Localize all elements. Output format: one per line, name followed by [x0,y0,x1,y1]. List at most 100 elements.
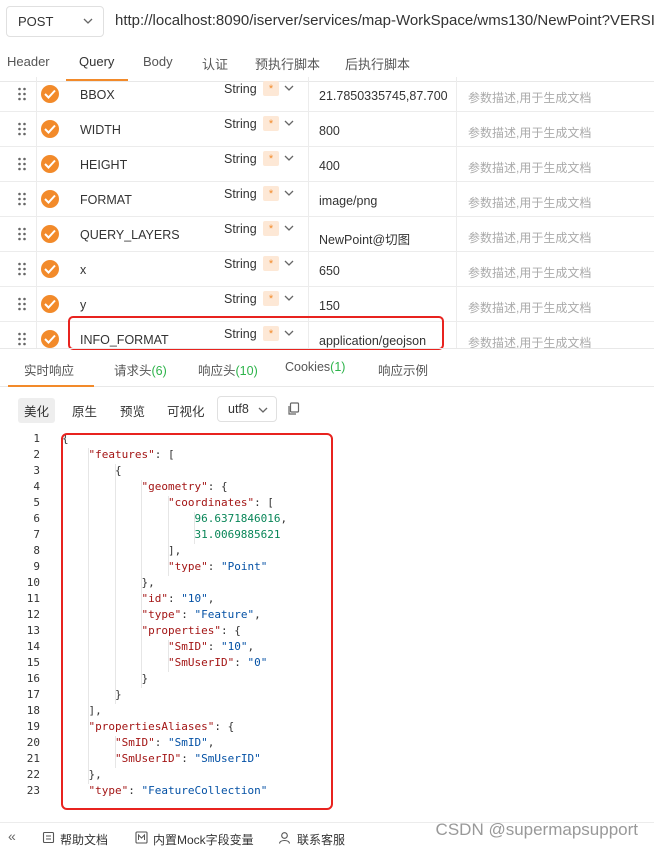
param-name[interactable]: x [80,263,86,277]
param-enabled-checkbox[interactable] [41,155,59,173]
param-type-select[interactable]: String [224,187,257,201]
tab-live-response[interactable]: 实时响应 [24,360,74,379]
param-value-input[interactable]: image/png [308,182,457,217]
check-icon [44,229,56,239]
line-number: 9 [33,560,40,573]
param-enabled-checkbox[interactable] [41,260,59,278]
param-value-input[interactable]: 21.7850335745,87.700 [308,77,457,112]
param-type-select[interactable]: String [224,82,257,96]
param-type-select[interactable]: String [224,152,257,166]
param-description[interactable]: 参数描述,用于生成文档 [468,89,591,106]
tab-response-headers[interactable]: 响应头(10) [198,360,258,379]
param-name[interactable]: y [80,298,86,312]
required-badge[interactable]: * [263,221,279,236]
encoding-select[interactable]: utf8 [217,396,277,422]
chevron-down-icon[interactable] [284,153,294,163]
required-badge[interactable]: * [263,256,279,271]
preview-button[interactable]: 预览 [120,401,145,420]
param-description[interactable]: 参数描述,用于生成文档 [468,334,591,348]
line-number: 20 [26,736,40,749]
param-name[interactable]: BBOX [80,88,115,102]
drag-handle-icon[interactable] [17,87,27,101]
contact-support-link[interactable]: 联系客服 [297,831,345,848]
required-badge[interactable]: * [263,291,279,306]
copy-icon[interactable] [287,402,301,416]
param-value-input[interactable]: 400 [308,147,457,182]
drag-handle-icon[interactable] [17,332,27,346]
tab-response-example[interactable]: 响应示例 [378,360,428,379]
param-description[interactable]: 参数描述,用于生成文档 [468,194,591,211]
param-value-input[interactable]: 650 [308,252,457,287]
param-type-select[interactable]: String [224,292,257,306]
drag-handle-icon[interactable] [17,227,27,241]
visualize-button[interactable]: 可视化 [167,401,205,420]
column-divider [36,182,37,217]
param-description[interactable]: 参数描述,用于生成文档 [468,159,591,176]
method-select[interactable]: POST [6,6,104,37]
line-number: 15 [26,656,40,669]
drag-handle-icon[interactable] [17,297,27,311]
chevron-down-icon[interactable] [284,258,294,268]
tab-header[interactable]: Header [7,54,50,69]
param-description[interactable]: 参数描述,用于生成文档 [468,124,591,141]
param-name[interactable]: FORMAT [80,193,132,207]
line-number: 17 [26,688,40,701]
tab-label: Cookies [285,360,331,374]
line-number: 1 [33,432,40,445]
required-badge[interactable]: * [263,81,279,96]
column-divider [36,112,37,147]
param-enabled-checkbox[interactable] [41,190,59,208]
param-type-select[interactable]: String [224,257,257,271]
param-value-input[interactable]: NewPoint@切图 [308,217,457,252]
param-description[interactable]: 参数描述,用于生成文档 [468,229,591,246]
required-badge[interactable]: * [263,186,279,201]
drag-handle-icon[interactable] [17,122,27,136]
chevron-down-icon[interactable] [284,293,294,303]
collapse-icon[interactable]: « [8,828,16,844]
param-enabled-checkbox[interactable] [41,85,59,103]
param-enabled-checkbox[interactable] [41,225,59,243]
raw-button[interactable]: 原生 [72,401,97,420]
param-type-select[interactable]: String [224,117,257,131]
param-row: BBOX String * 21.7850335745,87.700 参数描述,用于生成… [0,77,654,112]
chevron-down-icon[interactable] [284,188,294,198]
url-input[interactable]: http://localhost:8090/iserver/services/m… [115,12,654,29]
param-name[interactable]: QUERY_LAYERS [80,228,180,242]
param-enabled-checkbox[interactable] [41,295,59,313]
chevron-down-icon[interactable] [284,118,294,128]
param-type-select[interactable]: String [224,222,257,236]
check-icon [44,124,56,134]
tab-post-script[interactable]: 后执行脚本 [345,54,410,73]
param-name[interactable]: WIDTH [80,123,121,137]
drag-handle-icon[interactable] [17,192,27,206]
param-name[interactable]: HEIGHT [80,158,127,172]
response-toolbar: 美化 原生 预览 可视化 utf8 [0,393,654,427]
param-enabled-checkbox[interactable] [41,330,59,348]
tab-cookies[interactable]: Cookies(1) [285,360,345,374]
tab-count: (6) [151,364,167,378]
param-enabled-checkbox[interactable] [41,120,59,138]
tab-body[interactable]: Body [143,54,173,69]
beautify-button[interactable]: 美化 [18,398,56,423]
param-description[interactable]: 参数描述,用于生成文档 [468,299,591,316]
tab-pre-script[interactable]: 预执行脚本 [255,54,320,73]
drag-handle-icon[interactable] [17,157,27,171]
line-number: 2 [33,448,40,461]
chevron-down-icon[interactable] [284,83,294,93]
book-icon [42,831,55,844]
param-description[interactable]: 参数描述,用于生成文档 [468,264,591,281]
required-badge[interactable]: * [263,151,279,166]
tab-query[interactable]: Query [79,54,114,69]
param-row: HEIGHT String * 400 参数描述,用于生成文档 [0,147,654,182]
check-icon [44,334,56,344]
user-icon [278,832,291,844]
drag-handle-icon[interactable] [17,262,27,276]
required-badge[interactable]: * [263,116,279,131]
check-icon [44,159,56,169]
tab-request-headers[interactable]: 请求头(6) [114,360,167,379]
tab-auth[interactable]: 认证 [202,54,228,73]
help-docs-link[interactable]: 帮助文档 [60,831,108,848]
chevron-down-icon[interactable] [284,223,294,233]
param-value-input[interactable]: 800 [308,112,457,147]
mock-variables-link[interactable]: 内置Mock字段变量 [153,831,254,848]
